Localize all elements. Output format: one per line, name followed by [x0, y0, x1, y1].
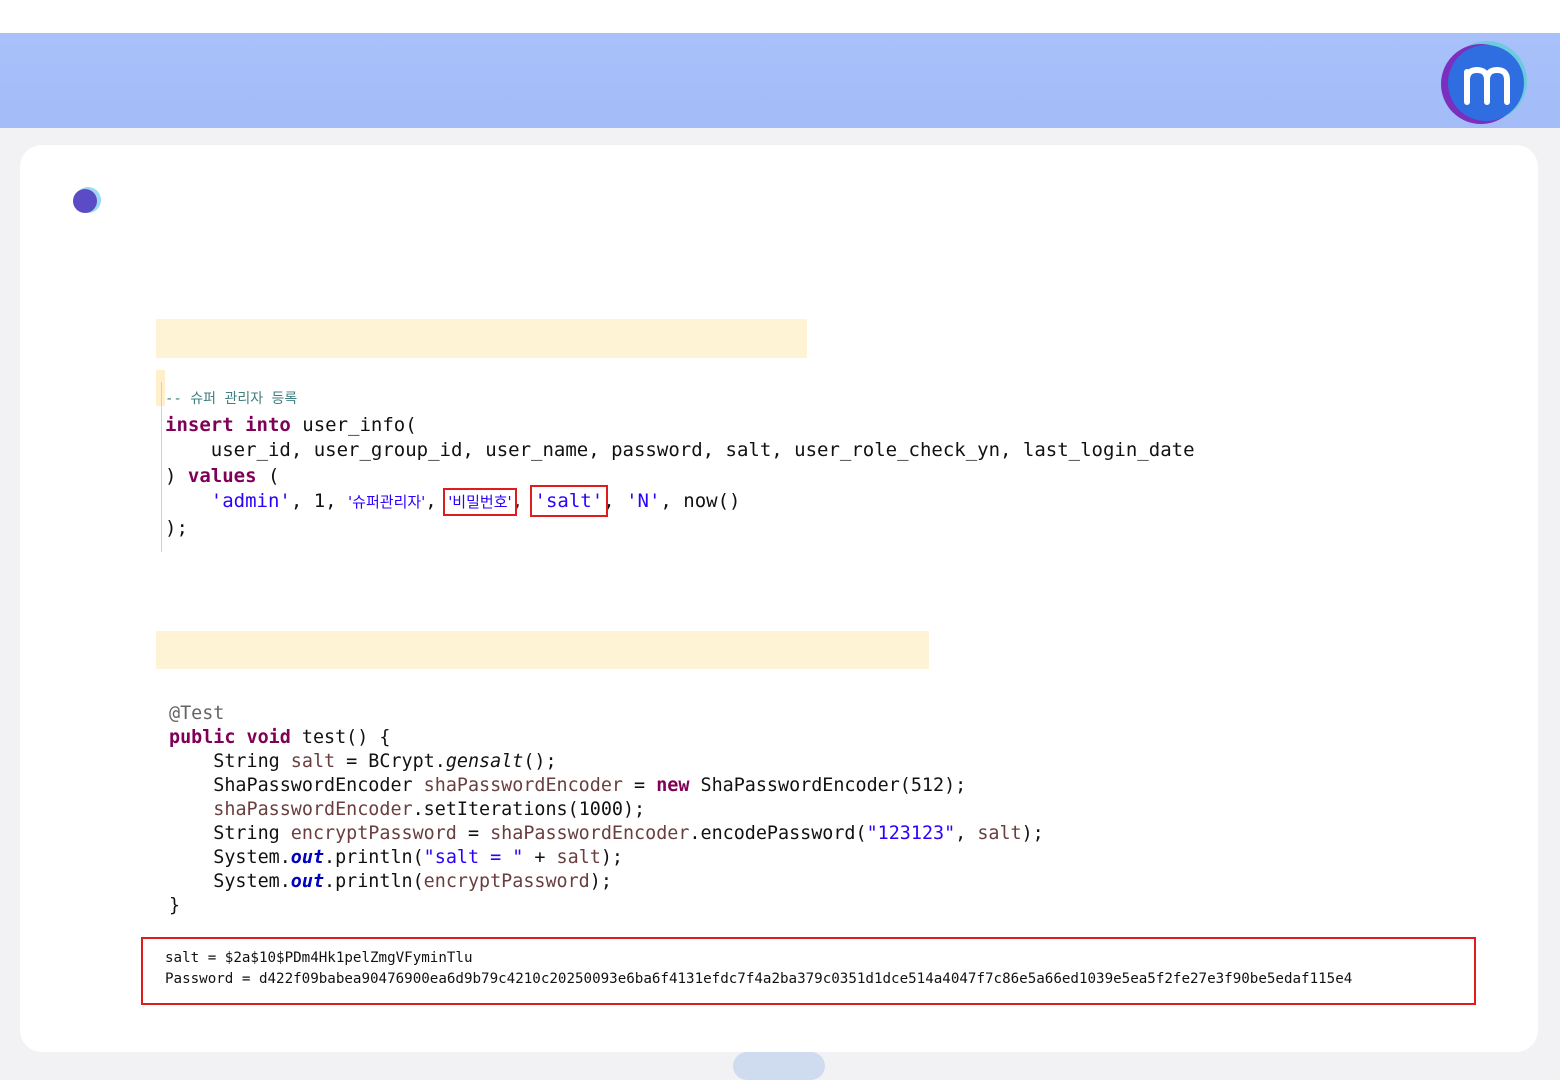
sql-paren: ) [165, 464, 188, 487]
sql-comma: , [603, 490, 627, 512]
java-section-caption-bar [156, 631, 929, 669]
java-keyword: public [169, 727, 236, 748]
sql-keyword: into [245, 413, 291, 436]
java-code-text: .setIterations(1000); [412, 799, 646, 820]
java-code-text: ); [1021, 823, 1044, 844]
sql-code-block: -- 슈퍼 관리자 등록 insert into user_info( user… [165, 385, 1195, 541]
java-var-encrypt: encryptPassword [423, 871, 590, 892]
sql-comma: , [425, 490, 449, 512]
java-var-salt: salt [556, 847, 601, 868]
java-method-signature: test() { [290, 727, 391, 748]
java-comma: , [955, 823, 978, 844]
java-code-text: .println( [324, 847, 424, 868]
sql-table-name: user_info( [290, 413, 417, 436]
java-var-salt: salt [977, 823, 1022, 844]
java-code-block: @Test public void test() { String salt =… [169, 702, 1044, 918]
java-type: ShaPasswordEncoder [169, 775, 424, 796]
java-var-salt: salt [290, 751, 336, 772]
java-code-text: .println( [324, 871, 424, 892]
java-code-text: (); [523, 751, 557, 772]
console-output-box: salt = $2a$10$PDm4Hk1pelZmgVFyminTlu Pas… [141, 937, 1476, 1005]
java-var-encoder: shaPasswordEncoder [213, 799, 413, 820]
java-type: String [169, 823, 291, 844]
java-code-text: = [622, 775, 657, 796]
java-type: String [169, 751, 291, 772]
java-keyword: void [246, 727, 291, 748]
java-code-text: ); [589, 871, 612, 892]
java-string-literal: "salt = " [423, 847, 524, 868]
sql-section-caption-bar [156, 319, 807, 358]
sql-column-list: user_id, user_group_id, user_name, passw… [165, 439, 1195, 461]
java-code-text: = [456, 823, 491, 844]
java-code-text: + [523, 847, 557, 868]
sql-comma: , [511, 490, 535, 512]
section-bullet-icon [73, 187, 101, 213]
java-string-literal: "123123" [866, 823, 956, 844]
sql-keyword: insert [165, 413, 234, 436]
sql-paren: ( [256, 464, 280, 487]
java-var-encoder: shaPasswordEncoder [490, 823, 690, 844]
console-output-password: Password = d422f09babea90476900ea6d9b79c… [165, 971, 1353, 987]
java-var-encrypt: encryptPassword [290, 823, 457, 844]
sql-comment: -- 슈퍼 관리자 등록 [165, 391, 298, 407]
java-static-field-out: out [290, 871, 325, 892]
sql-value-number: , 1, [290, 490, 349, 512]
sql-value-password-highlighted: '비밀번호' [443, 488, 517, 516]
java-keyword: new [656, 775, 690, 796]
java-code-text: System. [169, 847, 291, 868]
java-var-encoder: shaPasswordEncoder [423, 775, 623, 796]
sql-editor-gutter [161, 382, 162, 552]
java-static-field-out: out [290, 847, 325, 868]
sql-value-username: '슈퍼관리자' [348, 493, 426, 511]
java-indent [169, 799, 213, 820]
console-output-salt: salt = $2a$10$PDm4Hk1pelZmgVFyminTlu [165, 950, 473, 966]
java-code-text: ShaPasswordEncoder(512); [689, 775, 967, 796]
sql-value-salt-highlighted: 'salt' [529, 485, 609, 517]
sql-value-flag: 'N' [626, 490, 661, 512]
java-close-brace: } [169, 895, 181, 916]
java-method-gensalt: gensalt [445, 751, 524, 772]
top-margin [0, 0, 1560, 33]
java-code-text: System. [169, 871, 291, 892]
java-code-text: ); [600, 847, 623, 868]
sql-value-admin: 'admin' [210, 490, 291, 512]
sql-keyword: values [187, 464, 257, 487]
java-code-text: .encodePassword( [689, 823, 867, 844]
sql-end: ); [165, 516, 188, 539]
brand-logo-icon [1441, 41, 1527, 124]
java-code-text: = BCrypt. [335, 751, 446, 772]
header-banner [0, 33, 1560, 128]
page-indicator-pill[interactable] [733, 1052, 825, 1080]
sql-value-now: , now() [660, 490, 741, 512]
java-annotation: @Test [169, 703, 225, 724]
